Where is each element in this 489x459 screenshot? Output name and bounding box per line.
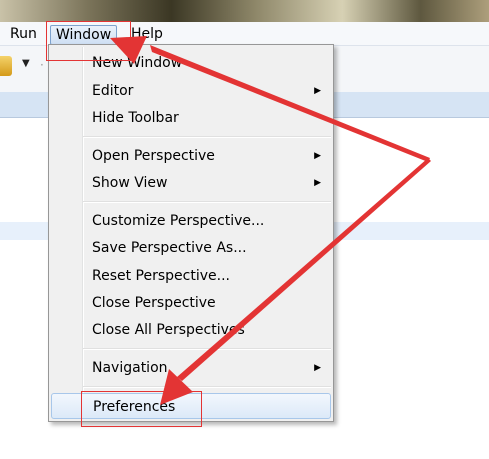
annotation-arrow-to-preferences — [177, 158, 431, 381]
annotation-arrow-to-window — [150, 45, 430, 162]
annotation-arrows — [110, 36, 431, 405]
annotation-arrowhead-window — [110, 36, 147, 64]
